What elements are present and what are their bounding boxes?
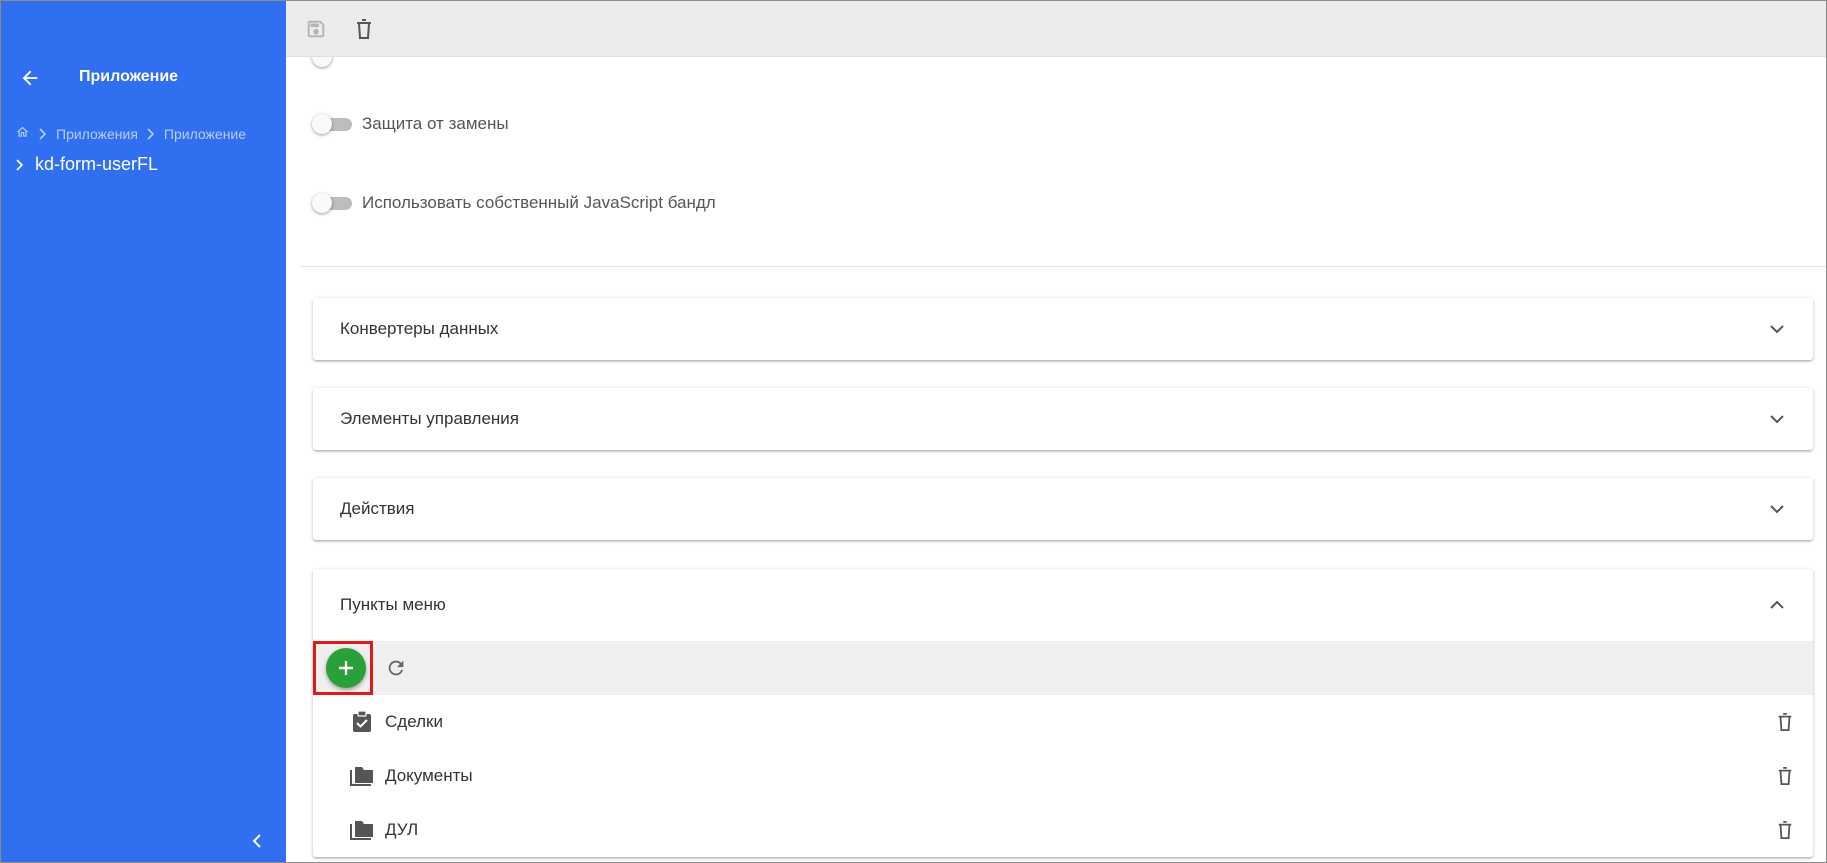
plus-icon bbox=[339, 661, 353, 675]
arrow-left-icon bbox=[22, 70, 38, 86]
trash-icon bbox=[1778, 767, 1792, 785]
toggle-row-custom-js-bundle: Использовать собственный JavaScript банд… bbox=[312, 193, 716, 213]
breadcrumb-separator-icon bbox=[146, 127, 156, 140]
top-toolbar bbox=[286, 1, 1826, 57]
refresh-button[interactable] bbox=[384, 656, 408, 680]
toggle-thumb-partial[interactable] bbox=[312, 57, 332, 67]
chevron-right-icon bbox=[15, 158, 27, 172]
panel-title: Действия bbox=[340, 499, 415, 518]
menu-item-label: Документы bbox=[385, 766, 473, 785]
panel-header[interactable]: Пункты меню bbox=[313, 569, 1813, 641]
sidebar: Приложение Приложения Приложение kd-form… bbox=[1, 1, 286, 862]
tree-item-kd-form-userfl[interactable]: kd-form-userFL bbox=[15, 154, 158, 175]
chevron-down-icon bbox=[1769, 501, 1785, 517]
delete-menu-item-button[interactable] bbox=[1775, 819, 1795, 841]
toggle-label: Использовать собственный JavaScript банд… bbox=[362, 193, 716, 212]
main-content: Защита от замены Использовать собственны… bbox=[286, 57, 1826, 862]
add-button-highlight bbox=[313, 641, 373, 695]
toggle-replace-protection[interactable] bbox=[312, 114, 356, 134]
trash-icon bbox=[1778, 713, 1792, 731]
home-crumb[interactable] bbox=[15, 125, 30, 142]
divider bbox=[300, 266, 1826, 267]
panel-header[interactable]: Конвертеры данных bbox=[313, 298, 1813, 360]
app-window: Приложение Приложения Приложение kd-form… bbox=[0, 0, 1827, 863]
menu-items-toolbar bbox=[313, 641, 1813, 695]
chevron-down-icon bbox=[1769, 411, 1785, 427]
breadcrumb-item-applications[interactable]: Приложения bbox=[56, 126, 138, 142]
delete-button[interactable] bbox=[353, 18, 375, 40]
refresh-icon bbox=[388, 660, 404, 676]
toggle-row-replace-protection: Защита от замены bbox=[312, 114, 509, 134]
save-button[interactable] bbox=[305, 18, 327, 40]
panel-actions: Действия bbox=[313, 478, 1813, 540]
trash-icon bbox=[357, 19, 371, 39]
chevron-up-icon bbox=[1769, 597, 1785, 613]
breadcrumb-item-application[interactable]: Приложение bbox=[164, 126, 246, 142]
trash-icon bbox=[1778, 821, 1792, 839]
menu-item-deals[interactable]: Сделки bbox=[313, 695, 1813, 749]
add-menu-item-button[interactable] bbox=[326, 648, 366, 688]
home-icon bbox=[16, 126, 29, 137]
chevron-down-icon bbox=[1769, 321, 1785, 337]
app-title: Приложение bbox=[79, 68, 179, 85]
folders-icon bbox=[349, 764, 375, 788]
panel-title: Элементы управления bbox=[340, 409, 520, 428]
menu-items-list: Сделки Документы ДУЛ bbox=[313, 695, 1813, 857]
menu-item-label: Сделки bbox=[385, 712, 443, 731]
back-button[interactable] bbox=[17, 65, 43, 91]
menu-item-documents[interactable]: Документы bbox=[313, 749, 1813, 803]
clipboard-check-icon bbox=[349, 710, 375, 734]
panel-controls: Элементы управления bbox=[313, 388, 1813, 450]
collapse-sidebar-button[interactable] bbox=[247, 830, 267, 852]
chevron-left-icon bbox=[252, 834, 261, 848]
menu-item-dul[interactable]: ДУЛ bbox=[313, 803, 1813, 857]
delete-menu-item-button[interactable] bbox=[1775, 711, 1795, 733]
panel-header[interactable]: Действия bbox=[313, 478, 1813, 540]
toggle-label: Защита от замены bbox=[362, 114, 509, 133]
panel-header[interactable]: Элементы управления bbox=[313, 388, 1813, 450]
breadcrumb-separator-icon bbox=[38, 127, 48, 140]
breadcrumb: Приложения Приложение bbox=[15, 125, 246, 142]
menu-item-label: ДУЛ bbox=[385, 820, 419, 839]
toggle-custom-js-bundle[interactable] bbox=[312, 193, 356, 213]
folders-icon bbox=[349, 818, 375, 842]
panel-title: Конвертеры данных bbox=[340, 319, 499, 338]
save-icon bbox=[307, 20, 325, 38]
tree-item-label: kd-form-userFL bbox=[35, 154, 159, 174]
panel-menu-items: Пункты меню Сделки Документы ДУЛ bbox=[313, 569, 1813, 857]
panel-data-converters: Конвертеры данных bbox=[313, 298, 1813, 360]
panel-title: Пункты меню bbox=[340, 595, 446, 614]
delete-menu-item-button[interactable] bbox=[1775, 765, 1795, 787]
